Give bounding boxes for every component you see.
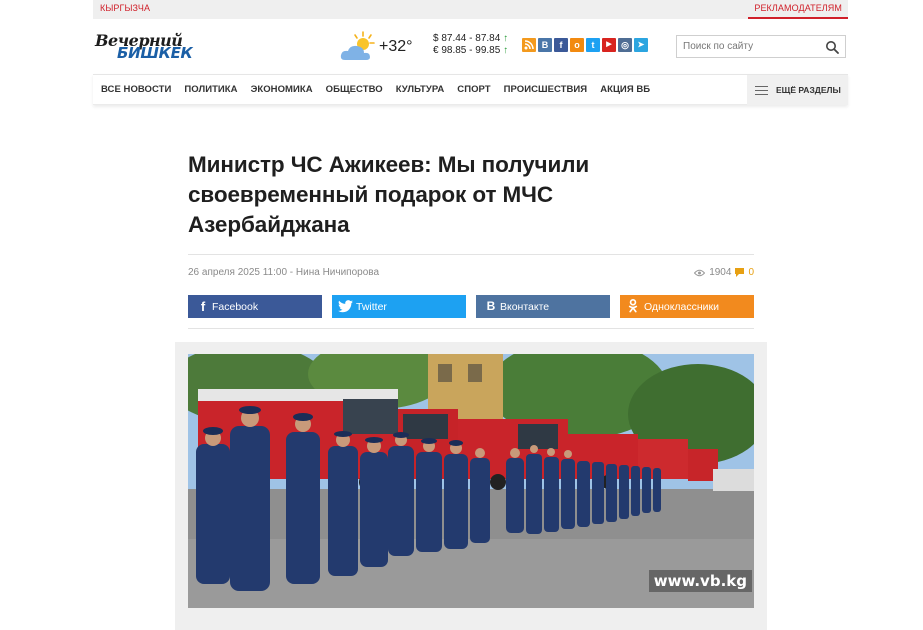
nav-item-vb-campaign[interactable]: АКЦИЯ ВБ bbox=[600, 84, 650, 95]
share-facebook-label: Facebook bbox=[212, 301, 259, 313]
share-twitter-button[interactable]: Twitter bbox=[332, 295, 466, 318]
odnoklassniki-icon[interactable]: o bbox=[570, 38, 584, 52]
article-photo[interactable]: www.vb.kg bbox=[188, 354, 754, 608]
vk-icon[interactable]: B bbox=[538, 38, 552, 52]
usd-rate-row: $ 87.44 - 87.84 ↑ bbox=[433, 33, 508, 45]
photo-container: www.vb.kg bbox=[175, 342, 767, 630]
telegram-icon[interactable]: ➤ bbox=[634, 38, 648, 52]
nav-item-sport[interactable]: СПОРТ bbox=[457, 84, 490, 95]
share-vk-label: Вконтакте bbox=[500, 301, 550, 313]
logo-line2: БИШКЕК bbox=[117, 44, 193, 62]
comment-icon[interactable] bbox=[735, 268, 745, 277]
article-meta: 26 апреля 2025 11:00 - Нина Ничипорова bbox=[188, 267, 379, 278]
article-stats: 1904 0 bbox=[694, 267, 754, 278]
nav-item-politics[interactable]: ПОЛИТИКА bbox=[184, 84, 237, 95]
search-box bbox=[676, 35, 846, 58]
eur-trend-icon: ↑ bbox=[503, 45, 509, 56]
divider bbox=[188, 254, 754, 255]
language-link[interactable]: КЫРГЫЗЧА bbox=[100, 3, 150, 13]
instagram-icon[interactable]: ◎ bbox=[618, 38, 632, 52]
rss-icon[interactable] bbox=[522, 38, 536, 52]
comments-count[interactable]: 0 bbox=[748, 267, 754, 278]
twitter-icon bbox=[338, 300, 353, 313]
site-header: Вечерний БИШКЕК +32° $ 87.44 - 87.84 ↑ €… bbox=[93, 19, 848, 74]
hamburger-icon bbox=[755, 86, 768, 95]
photo-watermark: www.vb.kg bbox=[648, 570, 752, 592]
search-input[interactable] bbox=[683, 39, 813, 54]
eur-rate: € 98.85 - 99.85 bbox=[433, 45, 501, 56]
advertisers-link[interactable]: РЕКЛАМОДАТЕЛЯМ bbox=[748, 0, 848, 19]
facebook-icon: f bbox=[200, 299, 206, 314]
article-author[interactable]: Нина Ничипорова bbox=[296, 267, 379, 278]
vk-icon: B bbox=[486, 299, 496, 313]
article-title: Министр ЧС Ажикеев: Мы получили своеврем… bbox=[188, 152, 590, 237]
weather-temp: +32° bbox=[379, 38, 413, 55]
facebook-icon[interactable]: f bbox=[554, 38, 568, 52]
article-date: 26 апреля 2025 11:00 bbox=[188, 267, 288, 278]
nav-item-economy[interactable]: ЭКОНОМИКА bbox=[251, 84, 313, 95]
share-odnoklassniki-label: Одноклассники bbox=[644, 301, 720, 313]
eye-icon bbox=[694, 269, 706, 276]
youtube-icon[interactable]: ▶ bbox=[602, 38, 616, 52]
eur-rate-row: € 98.85 - 99.85 ↑ bbox=[433, 45, 508, 57]
top-bar: КЫРГЫЗЧА РЕКЛАМОДАТЕЛЯМ bbox=[93, 0, 848, 19]
usd-trend-icon: ↑ bbox=[503, 33, 509, 44]
more-sections-label: ЕЩЁ РАЗДЕЛЫ bbox=[776, 85, 841, 95]
more-sections-button[interactable]: ЕЩЁ РАЗДЕЛЫ bbox=[747, 75, 848, 105]
nav-item-all-news[interactable]: ВСЕ НОВОСТИ bbox=[101, 84, 171, 95]
nav-item-incidents[interactable]: ПРОИСШЕСТВИЯ bbox=[504, 84, 588, 95]
share-vk-button[interactable]: B Вконтакте bbox=[476, 295, 610, 318]
sun-cloud-icon bbox=[340, 31, 375, 60]
odnoklassniki-icon bbox=[628, 299, 638, 313]
usd-rate: $ 87.44 - 87.84 bbox=[433, 33, 501, 44]
main-nav: ВСЕ НОВОСТИ ПОЛИТИКА ЭКОНОМИКА ОБЩЕСТВО … bbox=[93, 74, 848, 105]
views-count: 1904 bbox=[709, 267, 732, 278]
share-facebook-button[interactable]: f Facebook bbox=[188, 295, 322, 318]
site-logo[interactable]: Вечерний БИШКЕК bbox=[95, 31, 213, 62]
weather-widget[interactable]: +32° bbox=[339, 30, 419, 64]
currency-rates: $ 87.44 - 87.84 ↑ € 98.85 - 99.85 ↑ bbox=[433, 33, 508, 57]
social-links: B f o t ▶ ◎ ➤ bbox=[522, 38, 648, 54]
nav-item-society[interactable]: ОБЩЕСТВО bbox=[326, 84, 383, 95]
nav-items: ВСЕ НОВОСТИ ПОЛИТИКА ЭКОНОМИКА ОБЩЕСТВО … bbox=[101, 84, 663, 95]
search-icon[interactable] bbox=[825, 40, 839, 54]
divider bbox=[188, 328, 754, 329]
share-twitter-label: Twitter bbox=[356, 301, 387, 313]
twitter-icon[interactable]: t bbox=[586, 38, 600, 52]
nav-item-culture[interactable]: КУЛЬТУРА bbox=[396, 84, 445, 95]
share-odnoklassniki-button[interactable]: Одноклассники bbox=[620, 295, 754, 318]
